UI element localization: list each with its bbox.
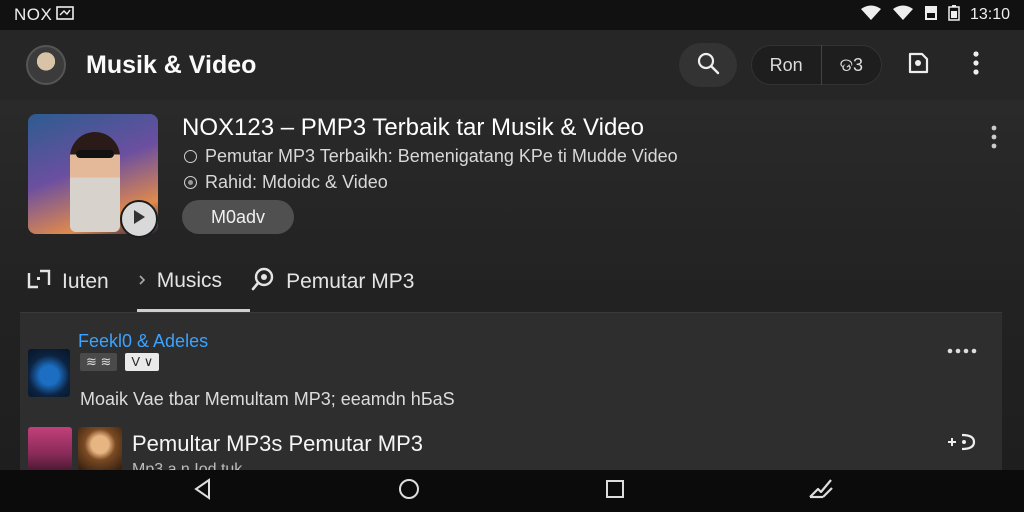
recents-button[interactable] (593, 473, 637, 509)
hero-line-2: Rahid: Mdoidc & Video (205, 172, 388, 192)
app-bar-actions: Ron ଡ3 (678, 43, 998, 87)
carrier-text: NOX (14, 5, 53, 24)
track-more-button[interactable] (944, 343, 980, 359)
track-thumbnail (28, 427, 72, 471)
track-thumbnail-2 (78, 427, 122, 471)
clock-text: 13:10 (969, 6, 1010, 23)
account-pill[interactable]: Ron ଡ3 (750, 45, 882, 85)
tag: V ∨ (125, 353, 160, 371)
hero-more-button[interactable] (984, 124, 1004, 154)
track-thumbnail (28, 349, 70, 397)
avatar[interactable] (26, 45, 66, 85)
status-left: NOX (14, 5, 75, 25)
list-item[interactable]: Feekl0 & Adeles ≋ ≋ V ∨ Moaik Vae tbar M… (20, 313, 1002, 413)
track-subtitle: Moaik Vae tbar Memultam MP3; eeamdn hБаS (80, 389, 455, 409)
back-button[interactable] (181, 473, 225, 509)
radio-on-icon (184, 176, 197, 189)
signal-icon (860, 5, 882, 26)
share-button[interactable] (799, 473, 843, 509)
track-tags: ≋ ≋ V ∨ (80, 353, 160, 371)
hero-line-1: Pemutar MP3 Terbaikh: Bemenigatang KPe t… (205, 146, 678, 166)
play-button[interactable] (120, 200, 158, 238)
page-title: Musik & Video (86, 50, 257, 79)
cast-share-icon (807, 477, 835, 506)
radio-off-icon (184, 150, 197, 163)
home-button[interactable] (387, 473, 431, 509)
cast-button[interactable] (896, 43, 940, 87)
play-icon (132, 209, 146, 230)
more-vertical-icon (972, 50, 980, 81)
tag: ≋ ≋ (80, 353, 118, 371)
pill-right-label[interactable]: ଡ3 (822, 55, 881, 76)
sim-icon (924, 5, 938, 26)
artwork-person (70, 132, 120, 232)
hero-title: NOX123 – PMP3 Terbaik tar Musik & Video (182, 114, 644, 141)
tab-bar: Iuten Musics Pemutar MP3 (26, 252, 442, 312)
status-bar: NOX 13:10 (0, 0, 1024, 30)
cast-icon (905, 50, 931, 81)
hero-option-1[interactable]: Pemutar MP3 Terbaikh: Bemenigatang KPe t… (184, 146, 678, 167)
search-music-icon (250, 266, 276, 298)
battery-icon (948, 4, 960, 26)
system-nav-bar (0, 470, 1024, 512)
pill-left-label[interactable]: Ron (752, 55, 821, 76)
tab-musics[interactable]: Musics (136, 252, 251, 312)
back-icon (192, 477, 214, 505)
tab-label: Musics (156, 268, 223, 292)
home-icon (397, 477, 421, 506)
artwork-glasses (76, 150, 114, 158)
tab-label: Pemutar MP3 (286, 270, 415, 293)
add-queue-button[interactable] (940, 429, 984, 459)
main-content: NOX123 – PMP3 Terbaik tar Musik & Video … (0, 100, 1024, 478)
add-queue-icon (944, 431, 980, 458)
track-title: Pemultar MP3s Pemutar MP3 (132, 431, 423, 456)
recents-icon (605, 479, 625, 504)
tab-label: Iuten (62, 270, 109, 293)
chevron-right-icon (137, 269, 147, 293)
tab-pemutar-mp3[interactable]: Pemutar MP3 (250, 252, 442, 312)
track-title: Feekl0 & Adeles (78, 331, 209, 351)
more-horizontal-icon (946, 342, 978, 360)
hero-option-2[interactable]: Rahid: Mdoidc & Video (184, 172, 388, 193)
notification-icon (56, 5, 75, 25)
music-list: Feekl0 & Adeles ≋ ≋ V ∨ Moaik Vae tbar M… (20, 312, 1002, 478)
status-right: 13:10 (860, 4, 1010, 26)
wifi-icon (892, 5, 914, 26)
queue-icon (26, 267, 52, 297)
mode-button[interactable]: M0adv (182, 200, 294, 234)
more-options-button[interactable] (954, 43, 998, 87)
search-icon (696, 51, 720, 80)
search-button[interactable] (678, 43, 737, 87)
tab-iuten[interactable]: Iuten (26, 252, 137, 312)
app-bar: Musik & Video Ron ଡ3 (0, 30, 1024, 100)
more-vertical-icon (990, 124, 998, 155)
